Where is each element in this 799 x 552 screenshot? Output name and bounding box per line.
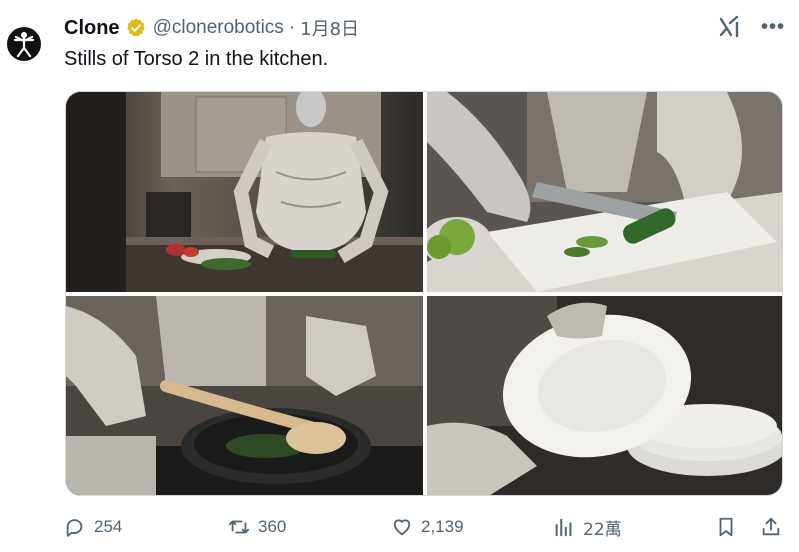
cutting-cucumber-image [427, 92, 782, 292]
media-grid [65, 91, 783, 496]
action-bar: 254 360 2,139 22萬 [64, 510, 784, 544]
bookmark-button[interactable] [715, 510, 737, 544]
verified-badge-icon[interactable] [125, 17, 147, 39]
like-count: 2,139 [421, 517, 464, 536]
media-photo-1[interactable] [66, 92, 423, 292]
bookmark-icon [719, 517, 733, 537]
reply-icon [66, 519, 83, 537]
display-name[interactable]: Clone [64, 17, 120, 40]
tweet-text: Stills of Torso 2 in the kitchen. [64, 48, 329, 70]
avatar[interactable] [0, 0, 56, 74]
more-icon[interactable]: ••• [761, 17, 785, 37]
post-date[interactable]: 1月8日 [300, 15, 359, 41]
views-icon [555, 518, 572, 537]
robot-torso-kitchen-image [66, 92, 423, 292]
reply-count: 254 [94, 517, 123, 536]
media-photo-4[interactable] [427, 296, 782, 495]
handle[interactable]: @clonerobotics [153, 17, 284, 39]
heart-icon [393, 519, 411, 536]
share-button[interactable] [760, 510, 782, 544]
holding-plate-image [427, 296, 782, 495]
repost-button[interactable]: 360 [228, 510, 286, 544]
views-count: 22萬 [583, 519, 622, 540]
like-button[interactable]: 2,139 [391, 510, 464, 544]
separator-dot: · [288, 17, 296, 38]
vitruvian-figure-icon [7, 27, 41, 61]
repost-icon [228, 520, 250, 534]
stirring-pan-image [66, 296, 423, 495]
top-actions: ••• [717, 14, 785, 40]
repost-count: 360 [258, 517, 287, 536]
tweet: Clone @clonerobotics · 1月8日 ••• Stills o… [0, 0, 799, 552]
reply-button[interactable]: 254 [64, 510, 122, 544]
share-icon [762, 517, 780, 536]
media-photo-3[interactable] [66, 296, 423, 495]
grok-icon[interactable] [717, 14, 743, 40]
media-photo-2[interactable] [427, 92, 782, 292]
views-button[interactable]: 22萬 [553, 510, 622, 544]
tweet-header: Clone @clonerobotics · 1月8日 [64, 14, 359, 42]
